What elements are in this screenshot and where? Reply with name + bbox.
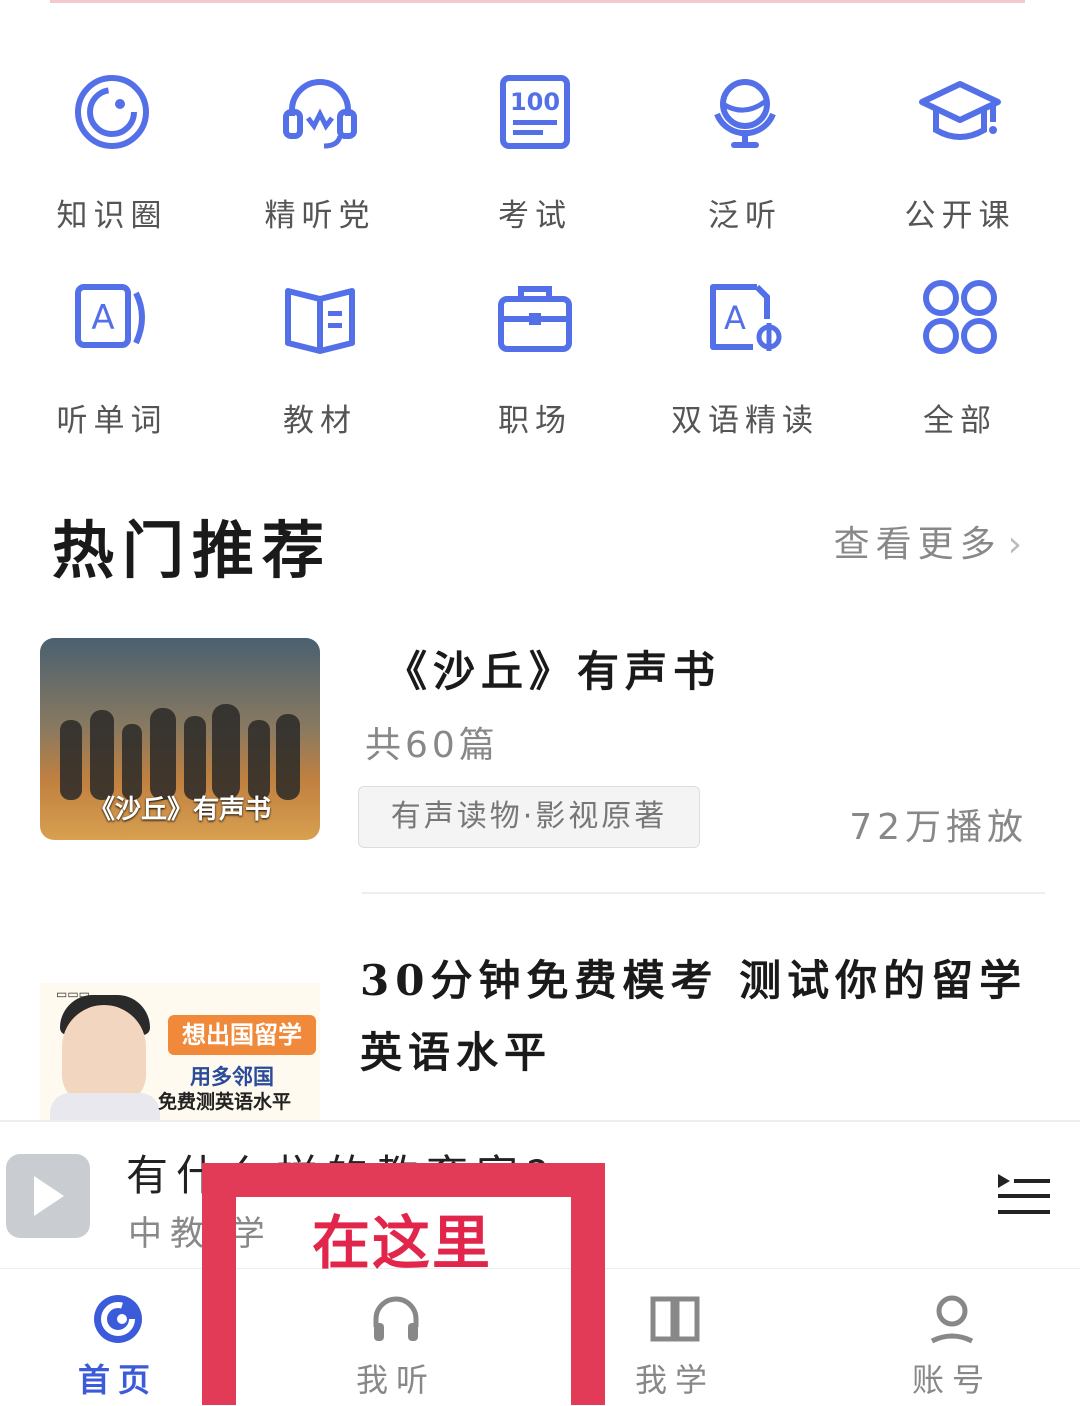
movie-poster-figures: [60, 704, 300, 800]
category-shuangyujingdu[interactable]: A 双语精读: [645, 275, 845, 445]
list-divider: [362, 892, 1045, 894]
category-label: 教材: [283, 403, 357, 439]
category-label: 知识圈: [56, 198, 168, 234]
card-count: 共60篇: [365, 725, 499, 766]
mini-player[interactable]: 有什么样的教育家? 中教 学: [0, 1120, 1080, 1270]
graduation-cap-icon: [919, 81, 1001, 140]
card-thumbnail: ▭▭▭ 想出国留学 用多邻国 免费测英语水平: [40, 983, 320, 1120]
category-row-1: 知识圈 精听党 100 考试 泛听 公开课: [0, 70, 1080, 240]
category-label: 考试: [498, 198, 572, 234]
category-jingtingdang[interactable]: 精听党: [220, 70, 420, 240]
tab-label: 我听: [355, 1361, 436, 1399]
svg-text:100: 100: [510, 88, 560, 116]
person-shirt: [50, 1093, 160, 1120]
open-book-icon: [650, 1296, 700, 1342]
grid-icon: [923, 280, 997, 354]
category-label: 泛听: [708, 198, 782, 234]
headphones-icon: [373, 1296, 419, 1341]
person-icon: [930, 1295, 974, 1344]
view-more-link[interactable]: 查看更多 ›: [834, 515, 1028, 567]
svg-text:A: A: [91, 298, 114, 338]
home-circle-icon: [94, 1295, 142, 1343]
top-divider: [50, 0, 1025, 3]
view-more-label: 查看更多: [833, 524, 1002, 565]
tab-study[interactable]: 我学: [585, 1269, 765, 1406]
bilingual-icon: A: [710, 284, 782, 351]
card-title: 《沙丘》有声书: [385, 647, 722, 696]
category-kaoshi[interactable]: 100 考试: [435, 70, 635, 240]
headset-icon: [283, 79, 357, 149]
category-tingdanci[interactable]: A 听单词: [12, 275, 212, 445]
category-label: 双语精读: [671, 403, 819, 439]
recommend-card-mock-test[interactable]: ▭▭▭ 想出国留学 用多邻国 免费测英语水平 30分钟免费模考 测试你的留学英语…: [40, 945, 1050, 1120]
player-artwork[interactable]: [6, 1154, 90, 1238]
bottom-tab-bar: 首页 我听 我学 账号: [0, 1268, 1080, 1406]
card-tag: 有声读物·影视原著: [358, 786, 700, 848]
category-zhichang[interactable]: 职场: [435, 275, 635, 445]
category-fanting[interactable]: 泛听: [645, 70, 845, 240]
tab-home[interactable]: 首页: [28, 1269, 208, 1406]
playlist-icon[interactable]: [996, 1170, 1052, 1218]
category-row-2: A 听单词 教材 职场 A 双语精读 全部: [0, 275, 1080, 445]
card-thumbnail: 《沙丘》有声书: [40, 638, 320, 840]
tab-label: 账号: [911, 1361, 992, 1399]
tab-label: 我学: [634, 1361, 715, 1399]
tab-account[interactable]: 账号: [862, 1269, 1042, 1406]
player-title: 有什么样的教育家?: [126, 1151, 557, 1200]
category-label: 公开课: [904, 198, 1016, 234]
play-icon: [34, 1176, 64, 1216]
book-icon: [285, 288, 355, 354]
circle-icon: [75, 75, 149, 149]
chevron-right-icon: ›: [1007, 524, 1028, 565]
word-card-icon: A: [75, 284, 145, 348]
category-quanbu[interactable]: 全部: [860, 275, 1060, 445]
card-title: 30分钟免费模考 测试你的留学英语水平: [360, 956, 1028, 1077]
briefcase-icon: [498, 286, 572, 352]
category-label: 听单词: [56, 403, 168, 439]
thumbnail-headline: 想出国留学: [168, 1015, 316, 1055]
category-gongkaike[interactable]: 公开课: [860, 70, 1060, 240]
category-label: 全部: [923, 403, 997, 439]
score-100-icon: 100: [500, 75, 570, 149]
category-label: 精听党: [264, 198, 376, 234]
globe-icon: [714, 79, 776, 148]
category-label: 职场: [498, 403, 572, 439]
player-subtitle: 中教 学: [128, 1214, 273, 1254]
tab-label: 首页: [77, 1361, 158, 1399]
svg-text:A: A: [724, 299, 746, 337]
card-play-count: 72万播放: [849, 807, 1028, 848]
category-zhishiquan[interactable]: 知识圈: [12, 70, 212, 240]
thumbnail-caption: 《沙丘》有声书: [88, 795, 271, 825]
tab-listen[interactable]: 我听: [306, 1269, 486, 1406]
thumbnail-tagline: 免费测英语水平: [158, 1091, 292, 1113]
recommend-card-dune[interactable]: 《沙丘》有声书 《沙丘》有声书 共60篇 有声读物·影视原著 72万播放: [40, 638, 1050, 848]
category-jiaocai[interactable]: 教材: [220, 275, 420, 445]
person-face: [62, 1005, 146, 1105]
section-title: 热门推荐: [52, 514, 333, 587]
